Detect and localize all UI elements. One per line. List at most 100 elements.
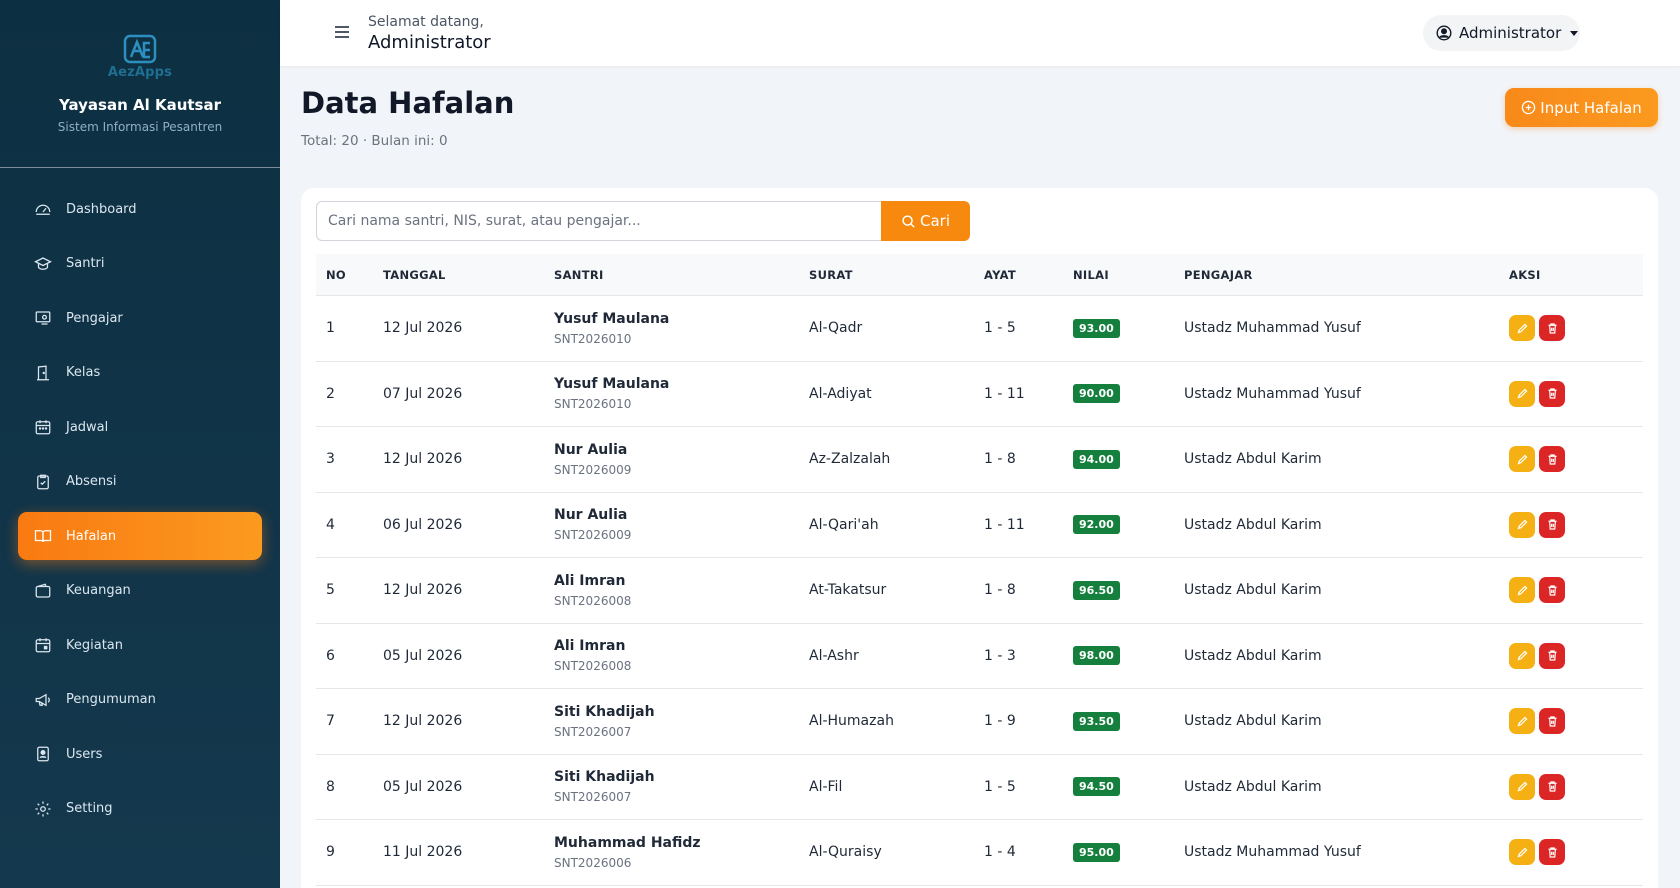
santri-name: Siti Khadijah (554, 769, 655, 786)
header-ayat: AYAT (984, 267, 1017, 282)
edit-button[interactable] (1509, 642, 1535, 669)
hamburger-menu-icon[interactable] (332, 22, 352, 42)
delete-button[interactable] (1539, 577, 1565, 604)
search-input[interactable] (316, 201, 881, 241)
welcome-text: Selamat datang, (368, 14, 484, 30)
edit-button[interactable] (1509, 773, 1535, 800)
search-button[interactable]: Cari (881, 201, 970, 241)
cell-ayat: 1 - 11 (984, 516, 1025, 533)
santri-name: Nur Aulia (554, 441, 628, 458)
delete-button[interactable] (1539, 315, 1565, 342)
delete-button[interactable] (1539, 446, 1565, 473)
nilai-badge: 94.50 (1073, 777, 1120, 797)
edit-button[interactable] (1509, 577, 1535, 604)
cell-ayat: 1 - 8 (984, 582, 1016, 599)
sidebar-item-dashboard[interactable]: Dashboard (18, 185, 262, 233)
sidebar-item-keuangan[interactable]: Keuangan (18, 567, 262, 615)
plus-circle-icon (1522, 100, 1536, 115)
cell-no: 1 (326, 320, 335, 337)
santri-nis: SNT2026006 (554, 855, 632, 870)
org-subtitle: Sistem Informasi Pesantren (57, 120, 223, 134)
delete-button[interactable] (1539, 380, 1565, 407)
nilai-badge: 98.00 (1073, 646, 1120, 666)
delete-button[interactable] (1539, 708, 1565, 735)
cell-tanggal: 07 Jul 2026 (383, 385, 463, 402)
cell-ayat: 1 - 4 (984, 844, 1016, 861)
sidebar-item-pengumuman[interactable]: Pengumuman (18, 676, 262, 724)
cell-no: 3 (326, 451, 335, 468)
user-menu-dropdown[interactable]: Administrator (1423, 15, 1580, 51)
santri-nis: SNT2026010 (554, 397, 632, 412)
sidebar-item-label: Santri (66, 256, 105, 271)
header-tanggal: TANGGAL (383, 267, 446, 282)
cell-aksi (1509, 446, 1643, 473)
santri-nis: SNT2026008 (554, 659, 632, 674)
sidebar-item-santri[interactable]: Santri (18, 240, 262, 288)
cell-nilai: 90.00 (1073, 384, 1184, 404)
cell-surat: Al-Qari'ah (809, 516, 879, 533)
sidebar-item-label: Dashboard (66, 201, 137, 217)
input-hafalan-label: Input Hafalan (1540, 98, 1642, 117)
cell-aksi (1509, 577, 1643, 604)
cell-santri: Yusuf Maulana SNT2026010 (554, 311, 809, 346)
delete-button[interactable] (1539, 773, 1565, 800)
sidebar-item-setting[interactable]: Setting (18, 785, 262, 833)
sidebar-item-jadwal[interactable]: Jadwal (18, 403, 262, 451)
trash-icon (1547, 388, 1557, 399)
cell-no: 8 (326, 778, 335, 795)
delete-button[interactable] (1539, 839, 1565, 866)
sidebar-item-absensi[interactable]: Absensi (18, 458, 262, 506)
trash-icon (1547, 585, 1557, 596)
calendar-icon (35, 420, 51, 435)
sidebar-item-kelas[interactable]: Kelas (18, 349, 262, 397)
cell-surat: Al-Ashr (809, 647, 859, 664)
delete-button[interactable] (1539, 642, 1565, 669)
sidebar-item-hafalan[interactable]: Hafalan (18, 512, 262, 560)
cell-nilai: 98.00 (1073, 646, 1184, 666)
cell-pengajar: Ustadz Abdul Karim (1184, 647, 1322, 664)
cell-pengajar: Ustadz Abdul Karim (1184, 516, 1322, 533)
sidebar-item-users[interactable]: Users (18, 730, 262, 778)
santri-name: Ali Imran (554, 572, 626, 589)
edit-button[interactable] (1509, 446, 1535, 473)
cell-pengajar: Ustadz Abdul Karim (1184, 451, 1322, 468)
cell-aksi (1509, 839, 1643, 866)
edit-button[interactable] (1509, 839, 1535, 866)
table-row: 9 11 Jul 2026 Muhammad Hafidz SNT2026006 … (316, 820, 1643, 886)
cell-santri: Siti Khadijah SNT2026007 (554, 704, 809, 739)
edit-button[interactable] (1509, 511, 1535, 538)
santri-name: Ali Imran (554, 638, 626, 655)
delete-button[interactable] (1539, 511, 1565, 538)
logo[interactable]: AezApps (108, 34, 172, 80)
edit-button[interactable] (1509, 708, 1535, 735)
cell-santri: Ali Imran SNT2026008 (554, 638, 809, 673)
edit-button[interactable] (1509, 315, 1535, 342)
santri-name: Yusuf Maulana (554, 310, 670, 327)
trash-icon (1547, 519, 1557, 530)
sidebar-item-label: Kelas (66, 365, 101, 380)
sidebar-item-label: Users (66, 746, 103, 762)
input-hafalan-button[interactable]: Input Hafalan (1505, 88, 1658, 127)
cell-tanggal: 12 Jul 2026 (383, 320, 463, 337)
santri-nis: SNT2026008 (554, 593, 632, 608)
welcome-user-name: Administrator (368, 32, 491, 53)
cell-no: 2 (326, 385, 335, 402)
cell-tanggal: 12 Jul 2026 (383, 451, 463, 468)
edit-button[interactable] (1509, 380, 1535, 407)
cell-nilai: 93.00 (1073, 318, 1184, 338)
cell-nilai: 92.00 (1073, 515, 1184, 535)
sidebar-item-label: Pengajar (66, 310, 123, 326)
megaphone-icon (35, 693, 50, 706)
sidebar-nav: Dashboard Santri Pengajar Kelas Jadwal A… (18, 185, 262, 839)
sidebar-item-pengajar[interactable]: Pengajar (18, 294, 262, 342)
header-no: NO (326, 267, 347, 282)
sidebar-item-kegiatan[interactable]: Kegiatan (18, 621, 262, 669)
cell-aksi (1509, 380, 1643, 407)
cell-pengajar: Ustadz Muhammad Yusuf (1184, 385, 1361, 402)
cell-surat: Al-Fil (809, 778, 843, 795)
trash-icon (1547, 454, 1557, 465)
pencil-icon (1516, 585, 1527, 596)
cell-ayat: 1 - 8 (984, 451, 1016, 468)
cell-nilai: 94.00 (1073, 449, 1184, 469)
hafalan-card: Cari NO TANGGAL SANTRI SURAT AYAT NILAI … (301, 188, 1658, 888)
